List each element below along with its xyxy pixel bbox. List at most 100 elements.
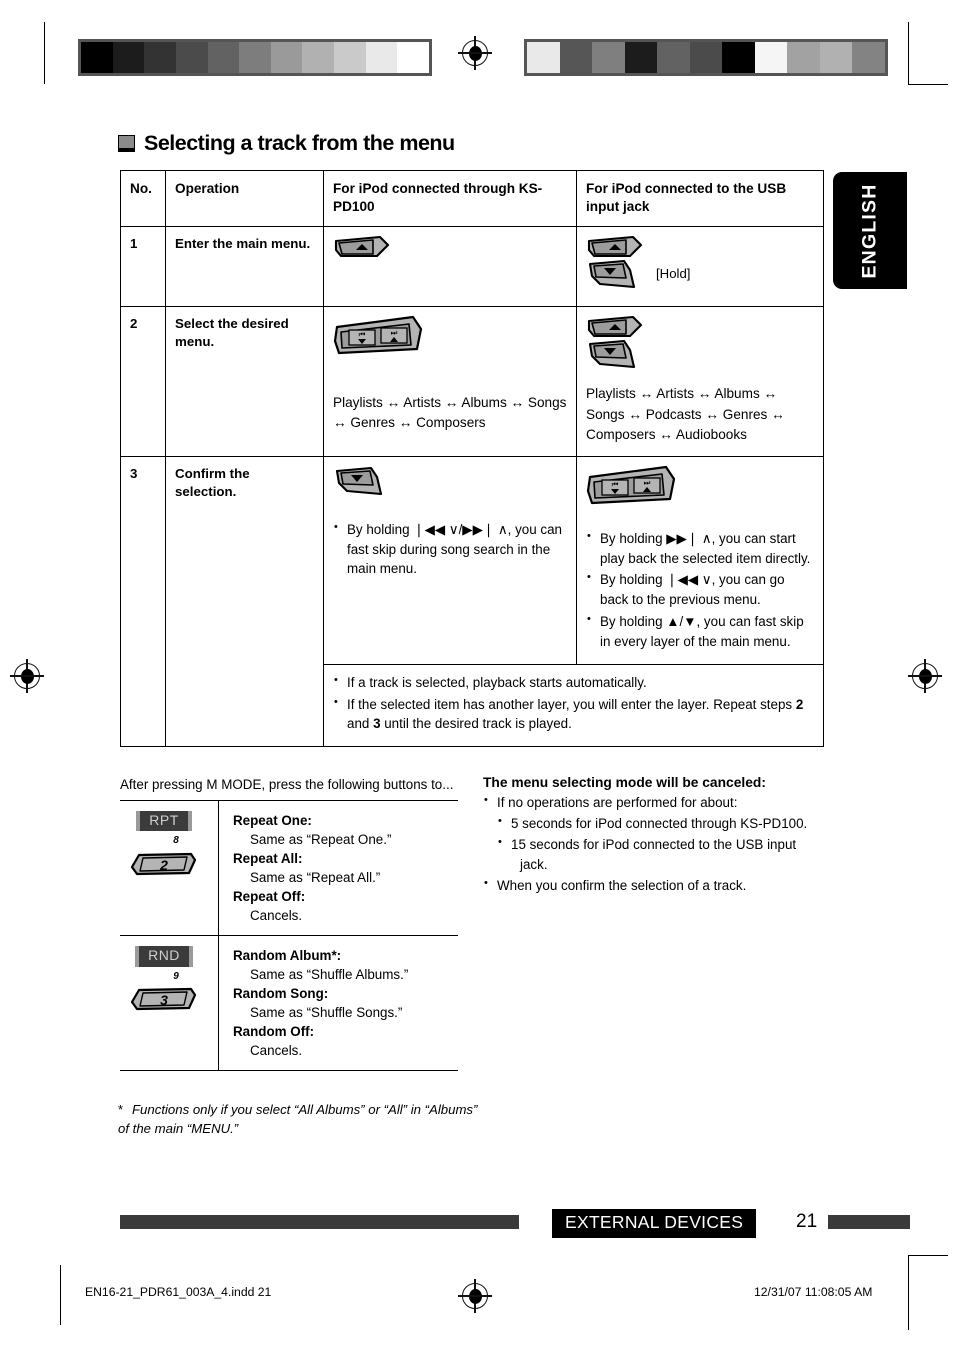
color-swatch-1 <box>112 42 145 73</box>
row-operation: Select the desired menu. <box>165 306 324 458</box>
cancel-sub-1: 5 seconds for iPod connected through KS-… <box>511 815 808 831</box>
square-bullet-icon <box>118 135 135 152</box>
color-swatch-4 <box>657 42 690 73</box>
rpt-description-cell: Repeat One: Same as “Repeat One.” Repeat… <box>218 799 458 936</box>
cancel-bullet-list: If no operations are performed for about… <box>483 792 828 896</box>
hold-label: [Hold] <box>656 266 691 282</box>
color-swatch-10 <box>852 42 886 73</box>
color-swatch-3 <box>175 42 208 73</box>
row1-usb-cell: [Hold] <box>576 226 824 308</box>
mmode-group-rnd: RND 9 3 Random Album*: Same as “Shuffle … <box>120 935 458 1072</box>
crop-mark-right-top <box>908 22 909 84</box>
numeric-key-3-icon: 3 <box>129 986 199 1012</box>
header-no: No. <box>120 169 166 228</box>
color-swatch-0 <box>81 42 113 73</box>
row2-usb-cell: Playlists ↔ Artists ↔ Albums ↔ Songs ↔ P… <box>576 306 824 458</box>
remote-up-key-icon <box>333 235 391 261</box>
color-swatch-2 <box>592 42 625 73</box>
remote-skip-bar-icon: ⏮ ⏭ <box>586 465 678 510</box>
key-row-down <box>586 338 814 370</box>
key-group: [Hold] <box>586 235 814 290</box>
row-number: 2 <box>120 306 166 458</box>
page-title: Selecting a track from the menu <box>118 131 455 156</box>
color-swatch-5 <box>239 42 271 73</box>
color-swatch-10 <box>397 42 430 73</box>
rpt-item-desc: Same as “Repeat One.” <box>250 832 392 848</box>
remote-skip-bar-icon: ⏮ ⏭ <box>333 315 425 360</box>
table-row: 3 Confirm the selection. By holding ❘◀◀ … <box>120 456 824 748</box>
crop-mark-top-right-h <box>908 84 948 85</box>
mmode-table: RPT 8 2 Repeat One: Same as “Repeat One.… <box>120 799 458 1072</box>
registration-target-bottom <box>458 1279 492 1313</box>
rnd-button-graphic: RND 9 3 <box>120 946 208 1012</box>
key-row-down: [Hold] <box>586 258 814 290</box>
rpt-item-desc: Same as “Repeat All.” <box>250 870 381 886</box>
rnd-item-title: Random Off: <box>233 1024 315 1040</box>
list-item: 5 seconds for iPod connected through KS-… <box>497 813 828 834</box>
svg-text:2: 2 <box>159 857 168 873</box>
table-notes-cell: If a track is selected, playback starts … <box>323 663 824 748</box>
color-swatch-8 <box>787 42 820 73</box>
row-number: 3 <box>120 456 166 748</box>
footnote: * Functions only if you select “All Albu… <box>118 1100 478 1138</box>
mmode-intro: After pressing M MODE, press the followi… <box>120 777 454 792</box>
rnd-item-title: Random Album*: <box>233 948 342 964</box>
list-item: If the selected item has another layer, … <box>333 694 814 735</box>
rpt-item-title: Repeat All: <box>233 851 303 867</box>
svg-text:⏭: ⏭ <box>391 328 398 337</box>
row3-pd100-cell: By holding ❘◀◀ ∨/▶▶❘ ∧, you can fast ski… <box>323 456 577 665</box>
rpt-plate-label: RPT <box>136 811 192 832</box>
key-group <box>333 235 567 266</box>
footnote-text: Functions only if you select “All Albums… <box>118 1102 478 1137</box>
color-swatch-4 <box>207 42 240 73</box>
language-tab-label: ENGLISH <box>858 182 881 279</box>
rpt-button-graphic: RPT 8 2 <box>120 811 208 877</box>
color-swatch-7 <box>754 42 788 73</box>
rnd-plate-label: RND <box>135 946 193 967</box>
usb-hint-list: By holding ▶▶❘ ∧, you can start play bac… <box>586 528 814 652</box>
rnd-item-desc: Cancels. <box>250 1043 303 1059</box>
colorbar-left <box>78 39 432 76</box>
chapter-tag: EXTERNAL DEVICES <box>552 1209 757 1238</box>
footnote-marker: * <box>118 1102 124 1117</box>
mmode-group-rpt: RPT 8 2 Repeat One: Same as “Repeat One.… <box>120 799 458 936</box>
rpt-item-title: Repeat One: <box>233 813 312 828</box>
registration-target-left <box>10 659 44 693</box>
rnd-item-title: Random Song: <box>233 986 329 1002</box>
header-operation: Operation <box>165 169 324 228</box>
list-item: When you confirm the selection of a trac… <box>483 875 828 896</box>
row3-usb-cell: ⏮ ⏭ By holding ▶▶❘ ∧, you can start play… <box>576 456 824 665</box>
page-number: 21 <box>796 1211 818 1232</box>
crop-mark-left-bottom <box>60 1265 61 1325</box>
color-swatch-9 <box>365 42 398 73</box>
rpt-callout-number: 8 <box>173 835 179 847</box>
rnd-callout-number: 9 <box>173 970 179 982</box>
color-swatch-6 <box>722 42 755 73</box>
remote-down-key-icon <box>586 338 644 370</box>
color-swatch-2 <box>144 42 176 73</box>
source-file-label: EN16-21_PDR61_003A_4.indd 21 <box>85 1285 272 1299</box>
rnd-button-cell: RND 9 3 <box>120 935 219 1072</box>
rnd-description-cell: Random Album*: Same as “Shuffle Albums.”… <box>218 935 458 1072</box>
svg-text:3: 3 <box>160 992 168 1008</box>
remote-down-key-icon <box>586 258 644 290</box>
registration-dot <box>918 668 932 684</box>
rpt-item-title: Repeat Off: <box>233 889 306 905</box>
svg-text:⏮: ⏮ <box>359 330 366 339</box>
key-group <box>333 465 567 502</box>
list-item: If a track is selected, playback starts … <box>333 672 814 693</box>
cancel-section-title: The menu selecting mode will be canceled… <box>483 775 766 790</box>
row1-pd100-cell <box>323 226 577 308</box>
numeric-key-2-icon: 2 <box>129 851 199 877</box>
table-notes-list: If a track is selected, playback starts … <box>333 672 814 735</box>
list-item: By holding ❘◀◀ ∨, you can go back to the… <box>586 569 814 610</box>
table-row: 1 Enter the main menu. [Hold] <box>120 226 824 308</box>
svg-text:⏭: ⏭ <box>644 478 651 487</box>
color-swatch-0 <box>527 42 560 73</box>
color-swatch-5 <box>689 42 723 73</box>
list-item: 15 seconds for iPod connected to the USB… <box>497 834 828 875</box>
registration-target-right <box>908 659 942 693</box>
row-operation: Confirm the selection. <box>165 456 324 748</box>
table-row: 2 Select the desired menu. ⏮ ⏭ Playlists… <box>120 306 824 458</box>
cancel-sub-2: 15 seconds for iPod connected to the USB… <box>511 836 797 852</box>
